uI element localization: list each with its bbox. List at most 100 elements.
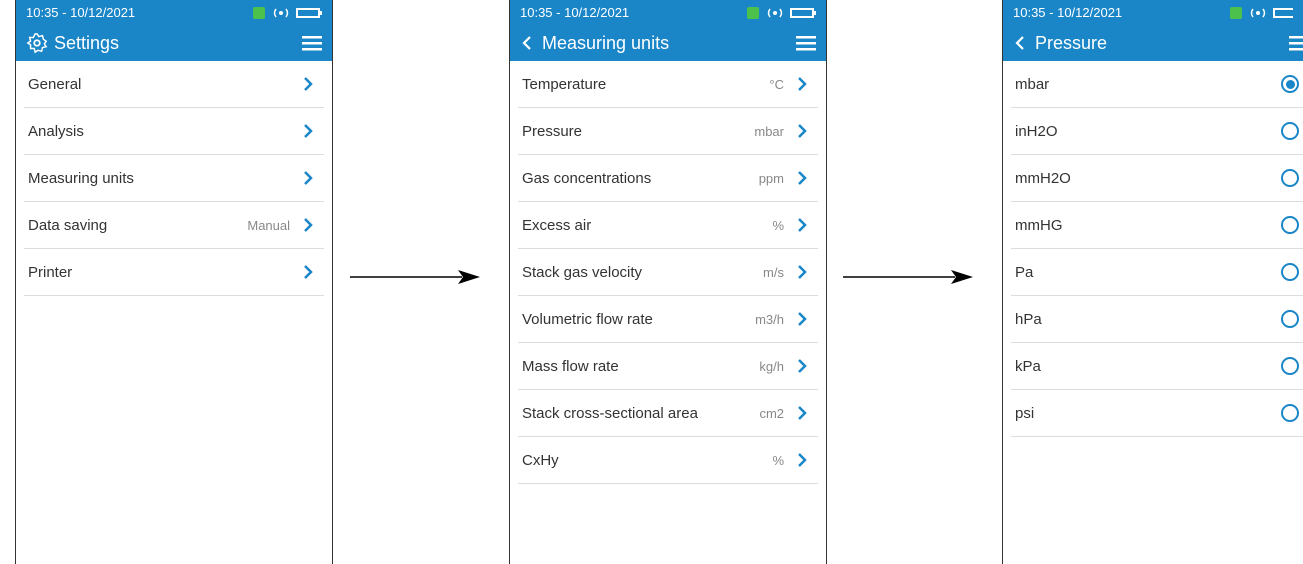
option-label: mmHG [1015,216,1063,234]
list-item-value: Manual [247,217,290,233]
signal-icon [1230,6,1242,19]
page-title: Settings [54,32,120,53]
hamburger-menu-icon[interactable] [1289,35,1303,51]
option-label: Pa [1015,263,1034,281]
list-item-analysis[interactable]: Analysis [24,108,324,155]
signal-icon [747,6,759,19]
radio-icon[interactable] [1281,122,1299,140]
radio-option-kpa[interactable]: kPa [1011,343,1303,390]
chevron-right-icon [798,171,807,185]
list-item-value: ppm [758,170,784,186]
gear-icon [26,33,48,54]
list-item-excess-air[interactable]: Excess air % [518,202,818,249]
units-list: Temperature °C Pressure mbar Gas concent… [510,61,826,484]
wireless-icon [273,8,289,17]
status-icons [252,6,322,20]
status-bar: 10:35 - 10/12/2021 [510,0,826,25]
wireless-icon [1250,8,1266,17]
list-item-data-saving[interactable]: Data saving Manual [24,202,324,249]
radio-icon[interactable] [1281,357,1299,375]
option-label: kPa [1015,357,1041,375]
back-chevron-icon[interactable] [1013,35,1027,51]
list-item-label: Pressure [522,122,583,140]
radio-option-inh2o[interactable]: inH2O [1011,108,1303,155]
radio-icon[interactable] [1281,263,1299,281]
settings-list: General Analysis Measuring units Data sa… [16,61,332,296]
chevron-right-icon [304,124,313,138]
list-item-value: % [772,452,784,468]
page-title: Measuring units [542,32,670,53]
radio-icon[interactable] [1281,216,1299,234]
list-item-printer[interactable]: Printer [24,249,324,296]
list-item-volumetric-flow-rate[interactable]: Volumetric flow rate m3/h [518,296,818,343]
list-item-label: Measuring units [28,169,134,187]
radio-option-mbar[interactable]: mbar [1011,61,1303,108]
list-item-cxhy[interactable]: CxHy % [518,437,818,484]
radio-icon[interactable] [1281,404,1299,422]
title-bar: Settings [16,25,332,61]
list-item-pressure[interactable]: Pressure mbar [518,108,818,155]
list-item-value: °C [769,76,784,92]
chevron-right-icon [798,453,807,467]
list-item-label: Gas concentrations [522,169,652,187]
page-title: Pressure [1035,32,1108,53]
signal-icon [253,6,265,19]
list-item-temperature[interactable]: Temperature °C [518,61,818,108]
back-chevron-icon[interactable] [520,35,534,51]
list-item-label: Data saving [28,216,108,234]
wireless-icon [767,8,783,17]
chevron-right-icon [798,124,807,138]
radio-option-mmh2o[interactable]: mmH2O [1011,155,1303,202]
radio-icon[interactable] [1281,310,1299,328]
measuring-units-screen: 10:35 - 10/12/2021 Measuring units Tempe… [509,0,827,564]
list-item-value: m/s [763,264,784,280]
chevron-right-icon [798,218,807,232]
radio-icon[interactable] [1281,169,1299,187]
title-bar: Measuring units [510,25,826,61]
battery-icon [790,7,816,18]
radio-selected-icon[interactable] [1281,75,1299,93]
hamburger-menu-icon[interactable] [302,35,322,51]
list-item-label: Mass flow rate [522,357,619,375]
option-label: mbar [1015,75,1050,93]
title-bar: Pressure [1003,25,1303,61]
list-item-value: % [772,217,784,233]
radio-option-psi[interactable]: psi [1011,390,1303,437]
option-label: inH2O [1015,122,1058,140]
status-time: 10:35 - 10/12/2021 [26,5,136,20]
chevron-right-icon [798,77,807,91]
radio-option-mmhg[interactable]: mmHG [1011,202,1303,249]
status-icons [1229,6,1293,20]
battery-icon [1273,7,1293,18]
status-time: 10:35 - 10/12/2021 [1013,5,1123,20]
arrow-right-icon [350,270,480,284]
list-item-measuring-units[interactable]: Measuring units [24,155,324,202]
status-icons [746,6,816,20]
list-item-gas-concentrations[interactable]: Gas concentrations ppm [518,155,818,202]
battery-icon [296,7,322,18]
option-label: psi [1015,404,1035,422]
status-time: 10:35 - 10/12/2021 [520,5,630,20]
list-item-label: Excess air [522,216,592,234]
list-item-label: General [28,75,82,93]
radio-option-pa[interactable]: Pa [1011,249,1303,296]
list-item-mass-flow-rate[interactable]: Mass flow rate kg/h [518,343,818,390]
pressure-screen: 10:35 - 10/12/2021 Pressure mbar inH2O m… [1002,0,1303,564]
chevron-right-icon [798,359,807,373]
list-item-stack-gas-velocity[interactable]: Stack gas velocity m/s [518,249,818,296]
list-item-label: Printer [28,263,73,281]
list-item-label: Stack gas velocity [522,263,643,281]
list-item-label: Analysis [28,122,84,140]
chevron-right-icon [798,265,807,279]
radio-option-hpa[interactable]: hPa [1011,296,1303,343]
list-item-stack-cross-sectional-area[interactable]: Stack cross-sectional area cm2 [518,390,818,437]
chevron-right-icon [798,406,807,420]
chevron-right-icon [798,312,807,326]
chevron-right-icon [304,77,313,91]
list-item-general[interactable]: General [24,61,324,108]
hamburger-menu-icon[interactable] [796,35,816,51]
pressure-options: mbar inH2O mmH2O mmHG Pa hPa kPa psi [1003,61,1303,437]
list-item-label: CxHy [522,451,559,469]
list-item-label: Temperature [522,75,607,93]
status-bar: 10:35 - 10/12/2021 [16,0,332,25]
